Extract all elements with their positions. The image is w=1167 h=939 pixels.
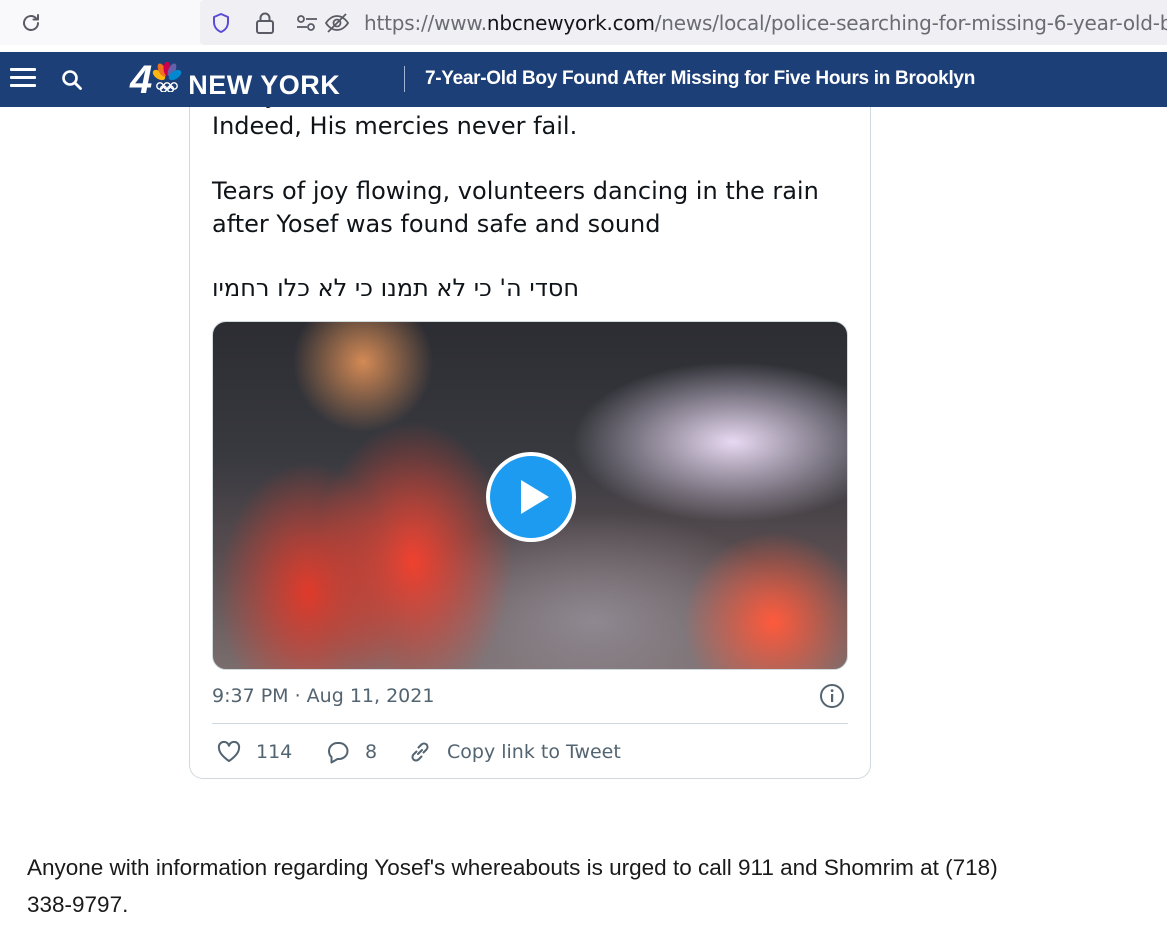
logo-wordmark: NEW YORK	[188, 69, 341, 100]
menu-icon[interactable]	[10, 68, 36, 90]
play-button[interactable]	[486, 452, 576, 542]
url-path: /news/local/police-searching-for-missing…	[654, 11, 1167, 35]
tracking-blocked-icon[interactable]	[324, 10, 350, 36]
tweet-timestamp[interactable]: 9:37 PM · Aug 11, 2021	[212, 685, 434, 707]
reply-count: 8	[365, 741, 378, 763]
url-prefix: https://www.	[364, 11, 487, 35]
nbc-new-york-logo[interactable]: 4 NEW YORK	[130, 60, 340, 100]
info-icon[interactable]	[819, 683, 845, 709]
play-icon	[521, 480, 549, 514]
address-bar[interactable]: https://www.nbcnewyork.com/news/local/po…	[200, 0, 1167, 45]
tweet-text-hebrew: חסדי ה' כי לא תמנו כי לא כלו רחמיו	[212, 274, 580, 302]
copy-link-button[interactable]: Copy link to Tweet	[407, 737, 621, 767]
peacock-icon	[153, 62, 182, 92]
url-text[interactable]: https://www.nbcnewyork.com/news/local/po…	[364, 11, 1167, 35]
logo-channel-number: 4	[130, 58, 153, 102]
lock-icon[interactable]	[252, 10, 278, 36]
tweet-text-paragraph: Tears of joy flowing, volunteers dancing…	[212, 177, 819, 238]
like-count: 114	[256, 741, 293, 763]
heart-icon	[217, 740, 241, 762]
tweet-text-line: Indeed, His mercies never fail.	[212, 112, 578, 140]
reload-icon[interactable]	[14, 8, 48, 38]
embedded-tweet[interactable]: Verily the kindnesses of the Lord never …	[189, 60, 871, 779]
url-domain: nbcnewyork.com	[486, 11, 655, 35]
like-button[interactable]: 114	[216, 737, 292, 767]
header-divider	[404, 66, 405, 92]
shield-icon[interactable]	[208, 10, 234, 36]
search-icon[interactable]	[60, 68, 84, 92]
article-headline: 7-Year-Old Boy Found After Missing for F…	[425, 68, 976, 89]
permissions-icon[interactable]	[294, 10, 320, 36]
reply-button[interactable]: 8	[325, 737, 377, 767]
article-paragraph: Anyone with information regarding Yosef'…	[27, 855, 998, 917]
divider	[212, 723, 848, 724]
browser-toolbar: https://www.nbcnewyork.com/news/local/po…	[0, 0, 1167, 45]
tweet-video-thumbnail[interactable]	[212, 321, 848, 670]
site-header: 4 NEW YORK 7-Year-Old Boy Found After Mi…	[0, 52, 1167, 107]
reply-bubble-icon	[328, 742, 349, 764]
link-icon	[411, 742, 429, 762]
copy-link-label: Copy link to Tweet	[447, 741, 621, 763]
